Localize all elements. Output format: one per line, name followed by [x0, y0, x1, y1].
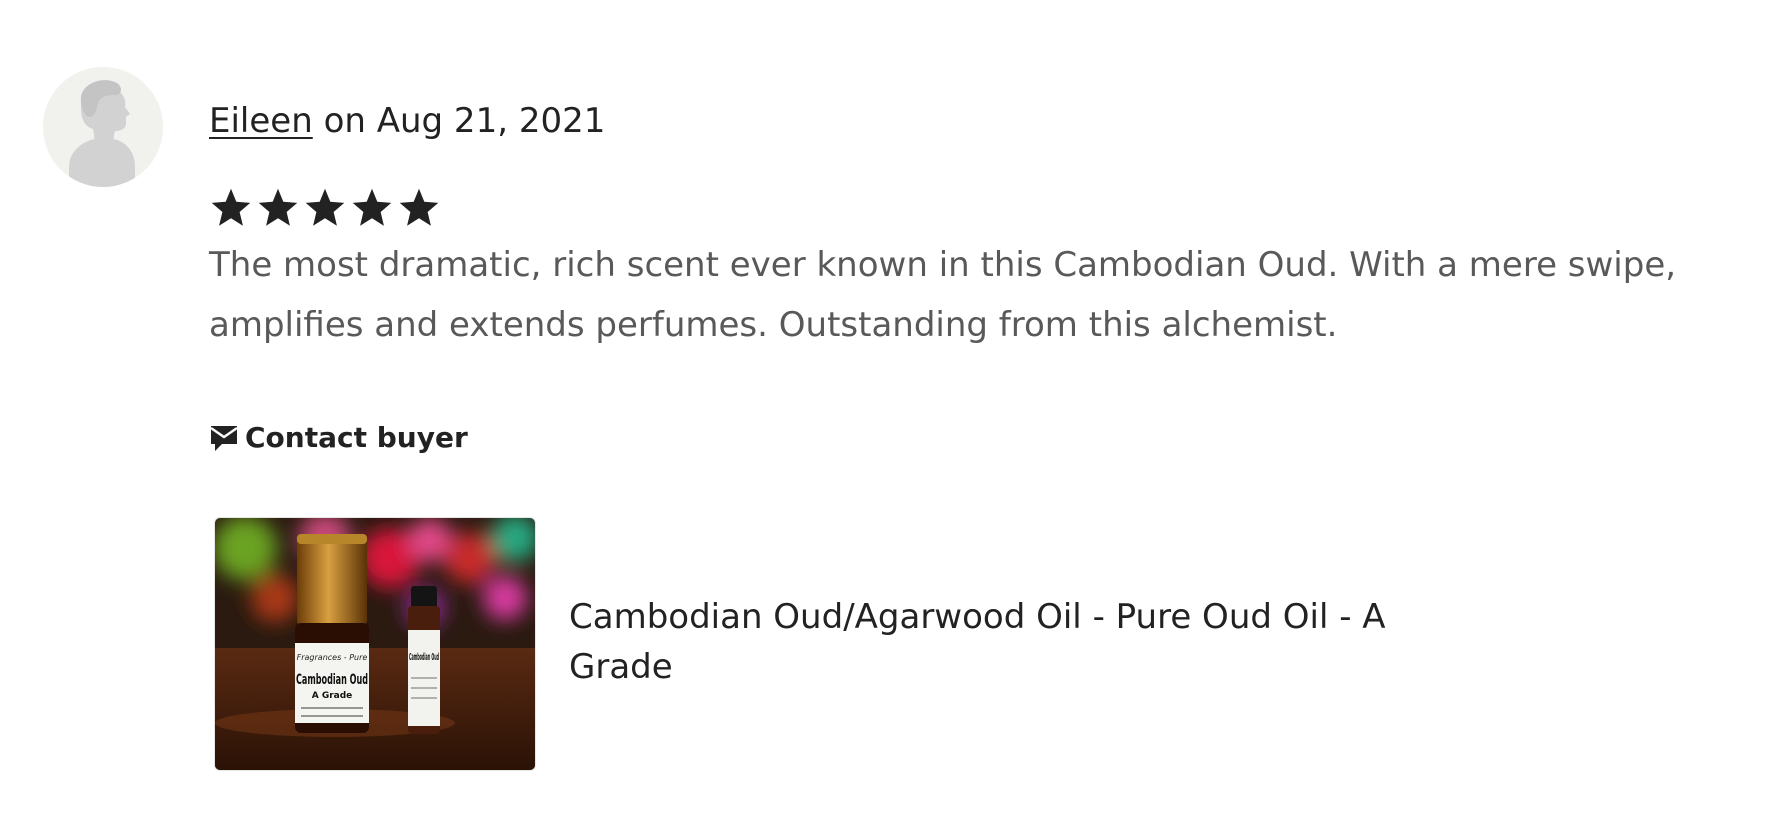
- image-label-grade: A Grade: [312, 691, 353, 701]
- review-meta: Eileen on Aug 21, 2021: [209, 100, 605, 142]
- contact-buyer-button[interactable]: Contact buyer: [209, 421, 468, 454]
- star-icon: [399, 188, 439, 226]
- listing-thumbnail[interactable]: Fragrances - Pure Cambodian Oud A Grade …: [214, 517, 536, 771]
- reviewer-avatar[interactable]: [43, 67, 163, 187]
- review-date: on Aug 21, 2021: [323, 101, 606, 141]
- listing-title-link[interactable]: Cambodian Oud/Agarwood Oil - Pure Oud Oi…: [569, 592, 1449, 692]
- star-icon: [352, 188, 392, 226]
- image-label-brand: Fragrances - Pure: [297, 653, 368, 662]
- star-icon: [305, 188, 345, 226]
- image-label-product: Cambodian Oud: [296, 672, 368, 688]
- reviewer-name-link[interactable]: Eileen: [209, 101, 313, 141]
- review-text: The most dramatic, rich scent ever known…: [209, 245, 1677, 345]
- star-icon: [258, 188, 298, 226]
- star-rating: [209, 186, 441, 230]
- small-bottle-label: Cambodian Oud: [409, 652, 439, 663]
- star-icon: [211, 188, 251, 226]
- default-avatar-icon: [43, 67, 163, 187]
- contact-buyer-label: Contact buyer: [245, 421, 468, 454]
- product-photo: Fragrances - Pure Cambodian Oud A Grade …: [215, 518, 535, 770]
- envelope-icon: [210, 425, 238, 451]
